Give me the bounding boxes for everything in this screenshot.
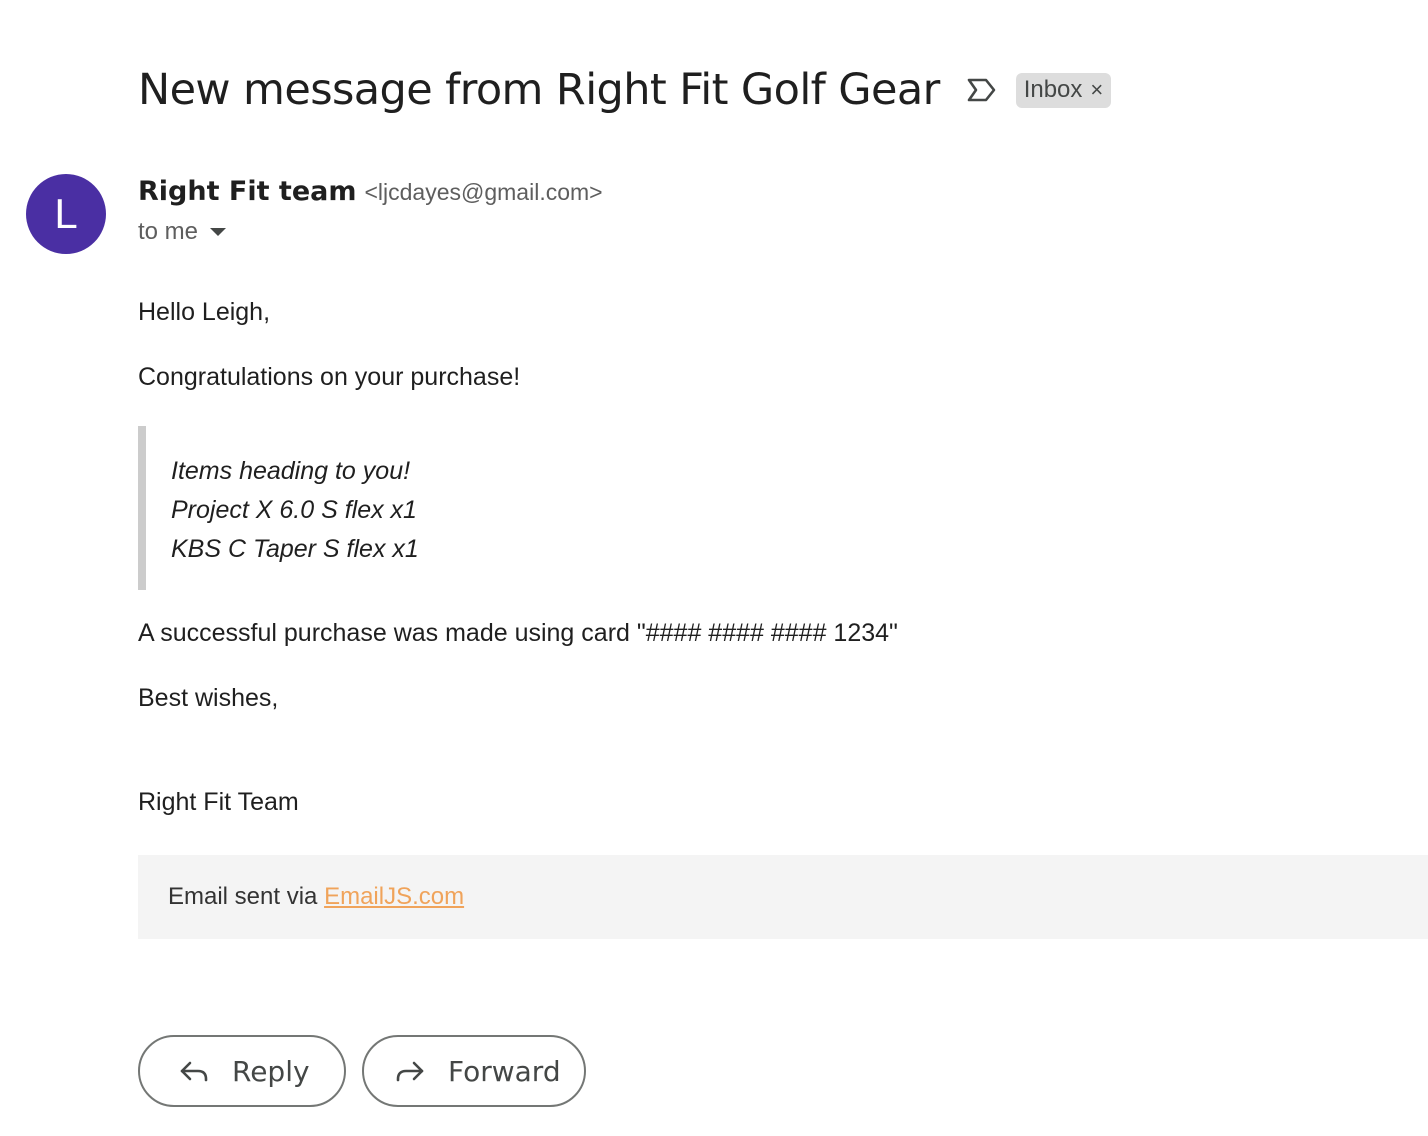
email-view: New message from Right Fit Golf Gear Inb… xyxy=(0,0,1428,1136)
footer-prefix: Email sent via xyxy=(168,883,325,910)
items-heading: Items heading to you! xyxy=(171,457,411,485)
sender-row: Right Fit team <ljcdayes@gmail.com> xyxy=(138,176,603,207)
intro-text: Congratulations on your purchase! xyxy=(138,363,521,391)
recipient-text: to me xyxy=(138,218,199,245)
forward-label: Forward xyxy=(448,1054,561,1088)
email-footer: Email sent via EmailJS.com xyxy=(138,855,1428,939)
sender-email: <ljcdayes@gmail.com> xyxy=(364,179,603,205)
payment-text: A successful purchase was made using car… xyxy=(138,619,898,647)
item-line: KBS C Taper S flex x1 xyxy=(171,535,419,563)
emailjs-link[interactable]: EmailJS.com xyxy=(324,883,464,910)
sender-name[interactable]: Right Fit team xyxy=(138,176,356,207)
forward-button[interactable]: Forward xyxy=(362,1035,586,1107)
footer-text: Email sent via EmailJS.com xyxy=(168,883,464,911)
sender-avatar[interactable]: L xyxy=(26,174,106,254)
email-subject: New message from Right Fit Golf Gear xyxy=(138,65,940,115)
greeting-text: Hello Leigh, xyxy=(138,298,271,326)
reply-label: Reply xyxy=(232,1054,310,1088)
inbox-label-chip[interactable]: Inbox × xyxy=(1015,72,1112,108)
importance-marker-icon[interactable] xyxy=(966,77,998,103)
items-blockquote: Items heading to you! Project X 6.0 S fl… xyxy=(138,426,738,590)
recipient-details-toggle[interactable]: to me xyxy=(138,218,227,246)
signature-text: Right Fit Team xyxy=(138,788,299,816)
reply-button[interactable]: Reply xyxy=(138,1035,346,1107)
remove-label-icon[interactable]: × xyxy=(1090,79,1103,101)
forward-icon xyxy=(394,1055,426,1087)
avatar-letter: L xyxy=(54,190,78,237)
chevron-down-icon[interactable] xyxy=(210,228,227,236)
reply-icon xyxy=(178,1055,210,1087)
inbox-label-text: Inbox xyxy=(1023,76,1083,103)
item-line: Project X 6.0 S flex x1 xyxy=(171,496,417,524)
subject-row: New message from Right Fit Golf Gear Inb… xyxy=(138,62,1112,118)
signoff-text: Best wishes, xyxy=(138,684,279,712)
